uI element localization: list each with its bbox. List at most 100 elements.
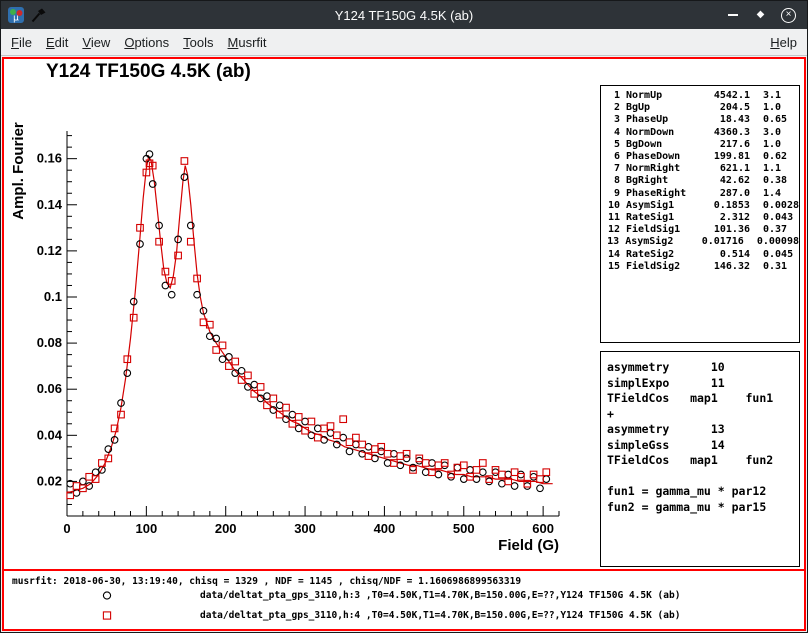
menu-musrfit[interactable]: Musrfit bbox=[221, 31, 274, 54]
musrfit-info-line: musrfit: 2018-06-30, 13:19:40, chisq = 1… bbox=[12, 576, 521, 587]
data-point-circle bbox=[448, 474, 455, 481]
param-index: 1 bbox=[601, 90, 620, 102]
y-tick-label: 0.16 bbox=[37, 151, 62, 166]
data-point-circle bbox=[124, 370, 131, 377]
menu-help[interactable]: Help bbox=[763, 31, 804, 54]
data-point-circle bbox=[499, 480, 506, 487]
data-point-square bbox=[73, 483, 80, 490]
x-tick-label: 400 bbox=[374, 521, 396, 536]
window-titlebar[interactable]: μ Y124 TF150G 4.5K (ab) ◆ × bbox=[1, 1, 807, 29]
data-point-circle bbox=[146, 151, 153, 158]
data-point-square bbox=[473, 467, 480, 474]
data-point-circle bbox=[492, 469, 499, 476]
pin-icon[interactable] bbox=[31, 8, 46, 23]
data-point-circle bbox=[537, 485, 544, 492]
root-canvas[interactable]: Y124 TF150G 4.5K (ab) 010020030040050060… bbox=[2, 57, 806, 631]
x-tick-label: 0 bbox=[63, 521, 70, 536]
param-value: 199.81 bbox=[700, 151, 750, 163]
param-error: 1.4 bbox=[750, 188, 781, 200]
param-value: 0.1853 bbox=[700, 200, 750, 212]
param-row: 8BgRight42.620.38 bbox=[601, 175, 799, 187]
data-point-circle bbox=[524, 483, 531, 490]
plot-title: Y124 TF150G 4.5K (ab) bbox=[46, 61, 251, 83]
close-button[interactable]: × bbox=[780, 7, 797, 24]
maximize-icon: ◆ bbox=[757, 10, 765, 20]
data-point-square bbox=[543, 469, 550, 476]
data-point-circle bbox=[441, 462, 448, 469]
fourier-plot[interactable]: 01002003004005006000.020.040.060.080.10.… bbox=[9, 119, 589, 571]
data-point-square bbox=[232, 358, 239, 365]
param-name: AsymSig2 bbox=[619, 236, 696, 248]
data-point-circle bbox=[238, 368, 245, 375]
data-point-square bbox=[334, 432, 341, 439]
param-row: 9PhaseRight287.01.4 bbox=[601, 188, 799, 200]
data-point-square bbox=[181, 158, 188, 165]
data-point-square bbox=[219, 342, 226, 349]
data-point-circle bbox=[219, 356, 226, 363]
menu-edit[interactable]: Edit bbox=[39, 31, 75, 54]
data-point-circle bbox=[353, 441, 360, 448]
theory-statbox[interactable]: asymmetry 10 simplExpo 11 TFieldCos map1… bbox=[600, 351, 800, 567]
data-point-circle bbox=[467, 467, 474, 474]
menu-options[interactable]: Options bbox=[117, 31, 176, 54]
minimize-button[interactable] bbox=[724, 7, 741, 24]
param-name: BgUp bbox=[620, 102, 700, 114]
data-point-square bbox=[226, 363, 233, 370]
param-row: 4NormDown4360.33.0 bbox=[601, 127, 799, 139]
param-row: 14RateSig20.5140.045 bbox=[601, 249, 799, 261]
legend-entry-text: data/deltat_pta_gps_3110,h:4 ,T0=4.50K,T… bbox=[200, 610, 680, 621]
menu-tools[interactable]: Tools bbox=[176, 31, 220, 54]
data-point-circle bbox=[378, 448, 385, 455]
data-point-circle bbox=[302, 418, 309, 425]
param-name: PhaseDown bbox=[620, 151, 700, 163]
param-error: 0.38 bbox=[750, 175, 787, 187]
legend-entry-text: data/deltat_pta_gps_3110,h:3 ,T0=4.50K,T… bbox=[200, 590, 680, 601]
data-point-circle bbox=[340, 434, 347, 441]
data-point-square bbox=[295, 414, 302, 421]
data-point-circle bbox=[416, 457, 423, 464]
data-point-square bbox=[308, 418, 315, 425]
x-tick-label: 600 bbox=[532, 521, 554, 536]
param-value: 4542.1 bbox=[700, 90, 750, 102]
param-error: 0.37 bbox=[750, 224, 787, 236]
param-error: 0.62 bbox=[750, 151, 787, 163]
data-point-circle bbox=[295, 425, 302, 432]
data-point-circle bbox=[391, 451, 398, 458]
param-value: 101.36 bbox=[700, 224, 750, 236]
data-point-square bbox=[435, 462, 442, 469]
data-point-square bbox=[372, 446, 379, 453]
menu-file[interactable]: File bbox=[4, 31, 39, 54]
data-point-circle bbox=[435, 471, 442, 478]
param-index: 6 bbox=[601, 151, 620, 163]
maximize-button[interactable]: ◆ bbox=[752, 7, 769, 24]
svg-text:μ: μ bbox=[13, 14, 19, 24]
param-name: AsymSig1 bbox=[620, 200, 700, 212]
param-index: 4 bbox=[601, 127, 620, 139]
menu-bar: FileEditViewOptionsToolsMusrfit Help bbox=[1, 29, 807, 56]
circle-marker-icon bbox=[100, 589, 115, 602]
data-point-square bbox=[384, 451, 391, 458]
y-tick-label: 0.14 bbox=[37, 197, 63, 212]
parameter-statbox[interactable]: 1NormUp4542.13.12BgUp204.51.03PhaseUp18.… bbox=[600, 85, 800, 343]
param-value: 18.43 bbox=[700, 114, 750, 126]
data-point-square bbox=[340, 416, 347, 423]
data-point-circle bbox=[403, 455, 410, 462]
data-point-square bbox=[359, 441, 366, 448]
app-icon[interactable]: μ bbox=[8, 7, 24, 23]
data-point-circle bbox=[251, 381, 258, 388]
data-point-square bbox=[321, 425, 328, 432]
data-point-circle bbox=[511, 483, 518, 490]
data-point-square bbox=[346, 439, 353, 446]
param-index: 2 bbox=[601, 102, 620, 114]
theory-text: asymmetry 10 simplExpo 11 TFieldCos map1… bbox=[601, 352, 799, 523]
data-point-circle bbox=[486, 478, 493, 485]
x-tick-label: 500 bbox=[453, 521, 475, 536]
data-point-circle bbox=[168, 291, 175, 298]
data-point-circle bbox=[264, 393, 271, 400]
data-point-circle bbox=[162, 282, 169, 289]
param-row: 7NormRight621.11.1 bbox=[601, 163, 799, 175]
param-value: 42.62 bbox=[700, 175, 750, 187]
data-point-square bbox=[86, 474, 93, 481]
menu-view[interactable]: View bbox=[75, 31, 117, 54]
y-tick-label: 0.08 bbox=[37, 335, 62, 350]
